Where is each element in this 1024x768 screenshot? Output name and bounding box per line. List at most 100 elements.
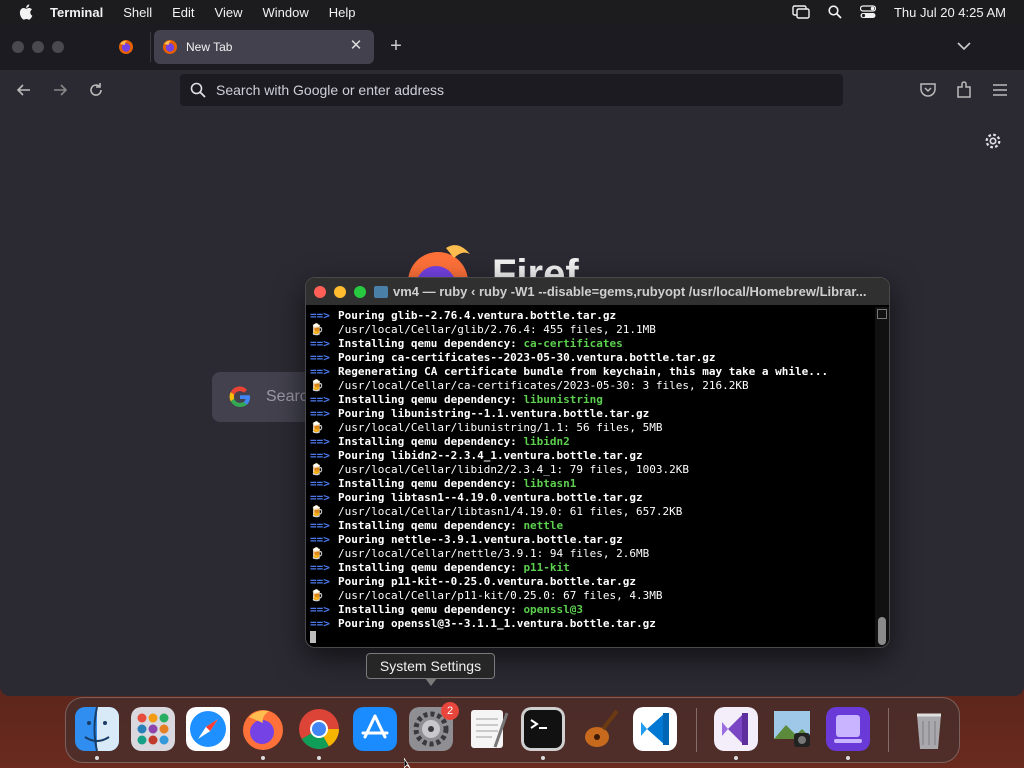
terminal-titlebar[interactable]: vm4 — ruby ‹ ruby -W1 --disable=gems,rub… (306, 278, 889, 306)
tab-separator (150, 32, 151, 62)
terminal-line: ==> Installing qemu dependency: libidn2 (310, 435, 876, 449)
trash-icon[interactable] (907, 707, 951, 751)
arrow-prefix: ==> (310, 351, 330, 364)
vscode-icon[interactable] (633, 707, 677, 751)
beer-mug-icon: 🍺 (310, 379, 324, 392)
terminal-scrollbar[interactable] (875, 307, 889, 647)
dock-tooltip: System Settings (366, 653, 495, 679)
line-text: Installing qemu dependency: (338, 435, 524, 448)
zoom-button[interactable] (354, 286, 366, 298)
gear-icon[interactable] (984, 132, 1002, 150)
google-icon (229, 386, 250, 408)
spotlight-search-icon[interactable] (828, 5, 842, 19)
scroll-up-icon[interactable] (877, 309, 887, 319)
arrow-prefix: ==> (310, 477, 330, 490)
visual-studio-icon[interactable] (714, 707, 758, 751)
tab-bar: New Tab ✕ + (0, 24, 1024, 70)
arrow-prefix: ==> (310, 617, 330, 630)
line-text: Installing qemu dependency: (338, 477, 524, 490)
minimize-button[interactable] (334, 286, 346, 298)
menu-window[interactable]: Window (263, 5, 309, 20)
dependency-name: p11-kit (523, 561, 570, 574)
apple-menu-icon[interactable] (18, 3, 36, 21)
menu-edit[interactable]: Edit (172, 5, 194, 20)
tab-title: New Tab (186, 40, 233, 54)
close-tab-icon[interactable]: ✕ (348, 38, 364, 54)
finder-icon[interactable] (75, 707, 119, 751)
terminal-line: ==> Regenerating CA certificate bundle fr… (310, 365, 876, 379)
terminal-line: 🍺 /usr/local/Cellar/nettle/3.9.1: 94 file… (310, 547, 876, 561)
arrow-prefix: ==> (310, 365, 330, 378)
dock-separator (696, 708, 697, 752)
simulator-icon[interactable] (826, 707, 870, 751)
zoom-window-button[interactable] (52, 41, 64, 53)
back-icon[interactable] (14, 80, 34, 100)
beer-mug-icon: 🍺 (310, 323, 324, 336)
line-text: Installing qemu dependency: (338, 393, 524, 406)
terminal-line: ==> Pouring nettle--3.9.1.ventura.bottle.… (310, 533, 876, 547)
line-text: Pouring ca-certificates--2023-05-30.vent… (338, 351, 716, 364)
url-bar[interactable]: Search with Google or enter address (180, 74, 843, 106)
menu-clock[interactable]: Thu Jul 20 4:25 AM (894, 5, 1006, 20)
menu-app-name[interactable]: Terminal (50, 5, 103, 20)
app-store-icon[interactable] (353, 707, 397, 751)
arrow-prefix: ==> (310, 309, 330, 322)
folder-icon (374, 286, 388, 298)
arrow-prefix: ==> (310, 519, 330, 532)
terminal-line: ==> Installing qemu dependency: libunistr… (310, 393, 876, 407)
screen-mirroring-icon[interactable] (792, 5, 810, 19)
arrow-prefix: ==> (310, 435, 330, 448)
line-text: Pouring libtasn1--4.19.0.ventura.bottle.… (338, 491, 643, 504)
pinned-tab[interactable] (104, 28, 148, 66)
terminal-line: ==> Installing qemu dependency: libtasn1 (310, 477, 876, 491)
terminal-output[interactable]: ==> Pouring glib--2.76.4.ventura.bottle.t… (306, 307, 876, 647)
beer-mug-icon: 🍺 (310, 505, 324, 518)
firefox-icon (119, 40, 133, 54)
minimize-window-button[interactable] (32, 41, 44, 53)
scroll-thumb[interactable] (878, 617, 886, 645)
terminal-title: vm4 — ruby ‹ ruby -W1 --disable=gems,rub… (393, 284, 867, 299)
new-tab-button[interactable]: + (386, 36, 406, 56)
preview-icon[interactable] (770, 707, 814, 751)
line-text: Installing qemu dependency: (338, 337, 524, 350)
dock (65, 697, 960, 763)
line-text: Regenerating CA certificate bundle from … (338, 365, 829, 378)
prompt-line[interactable] (310, 631, 876, 645)
textedit-icon[interactable] (465, 707, 509, 751)
chevron-down-icon[interactable] (956, 38, 972, 54)
running-indicator (317, 756, 321, 760)
dock-separator (888, 708, 889, 752)
launchpad-icon[interactable] (131, 707, 175, 751)
terminal-line: ==> Pouring ca-certificates--2023-05-30.v… (310, 351, 876, 365)
line-text: /usr/local/Cellar/nettle/3.9.1: 94 files… (338, 547, 650, 560)
safari-icon[interactable] (186, 707, 230, 751)
terminal-icon[interactable] (521, 707, 565, 751)
line-text: /usr/local/Cellar/libtasn1/4.19.0: 61 fi… (338, 505, 683, 518)
running-indicator (734, 756, 738, 760)
pocket-icon[interactable] (918, 80, 938, 100)
close-window-button[interactable] (12, 41, 24, 53)
dependency-name: libidn2 (523, 435, 570, 448)
dependency-name: libtasn1 (523, 477, 577, 490)
instruments-icon[interactable] (577, 707, 621, 751)
firefox-icon[interactable] (241, 707, 285, 751)
close-button[interactable] (314, 286, 326, 298)
beer-mug-icon: 🍺 (310, 589, 324, 602)
reload-icon[interactable] (86, 80, 106, 100)
terminal-line: 🍺 /usr/local/Cellar/ca-certificates/2023-… (310, 379, 876, 393)
menu-shell[interactable]: Shell (123, 5, 152, 20)
tab-new-tab[interactable]: New Tab ✕ (154, 30, 374, 64)
control-center-icon[interactable] (859, 5, 876, 19)
line-text: /usr/local/Cellar/libunistring/1.1: 56 f… (338, 421, 663, 434)
menu-help[interactable]: Help (329, 5, 356, 20)
line-text: Pouring openssl@3--3.1.1_1.ventura.bottl… (338, 617, 656, 630)
hamburger-menu-icon[interactable] (990, 80, 1010, 100)
chrome-icon[interactable] (297, 707, 341, 751)
extensions-icon[interactable] (954, 80, 974, 100)
line-text: Pouring p11-kit--0.25.0.ventura.bottle.t… (338, 575, 637, 588)
line-text: Pouring glib--2.76.4.ventura.bottle.tar.… (338, 309, 617, 322)
menu-view[interactable]: View (215, 5, 243, 20)
notification-badge: 2 (441, 702, 459, 720)
terminal-line: 🍺 /usr/local/Cellar/p11-kit/0.25.0: 67 fi… (310, 589, 876, 603)
forward-icon[interactable] (50, 80, 70, 100)
